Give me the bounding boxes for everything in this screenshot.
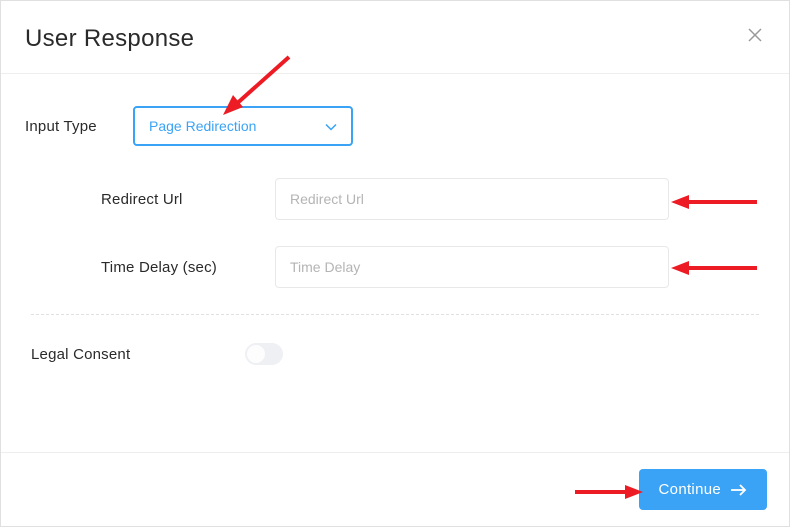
redirect-url-input[interactable]	[275, 178, 669, 220]
input-type-row: Input Type Page Redirection	[25, 106, 765, 146]
input-type-label: Input Type	[25, 118, 125, 135]
time-delay-input[interactable]	[275, 246, 669, 288]
legal-consent-toggle[interactable]	[245, 343, 283, 365]
input-type-select[interactable]: Page Redirection	[133, 106, 353, 146]
redirect-url-row: Redirect Url	[25, 178, 765, 220]
legal-consent-label: Legal Consent	[25, 346, 225, 363]
user-response-modal: User Response Input Type Page Redirectio…	[0, 0, 790, 527]
continue-button[interactable]: Continue	[639, 469, 767, 510]
toggle-knob	[247, 345, 265, 363]
input-type-selected-value: Page Redirection	[149, 118, 256, 134]
modal-footer: Continue	[1, 452, 789, 526]
legal-consent-row: Legal Consent	[25, 343, 765, 365]
continue-button-label: Continue	[659, 481, 721, 498]
chevron-down-icon	[325, 118, 337, 134]
modal-header: User Response	[1, 1, 789, 74]
input-type-select-wrapper: Page Redirection	[133, 106, 353, 146]
arrow-right-icon	[731, 484, 747, 496]
modal-title: User Response	[25, 25, 194, 53]
close-icon[interactable]	[745, 25, 765, 45]
modal-body: Input Type Page Redirection Redirect Url…	[1, 74, 789, 389]
redirect-url-label: Redirect Url	[25, 191, 275, 208]
time-delay-row: Time Delay (sec)	[25, 246, 765, 288]
divider	[31, 314, 759, 315]
time-delay-label: Time Delay (sec)	[25, 259, 275, 276]
